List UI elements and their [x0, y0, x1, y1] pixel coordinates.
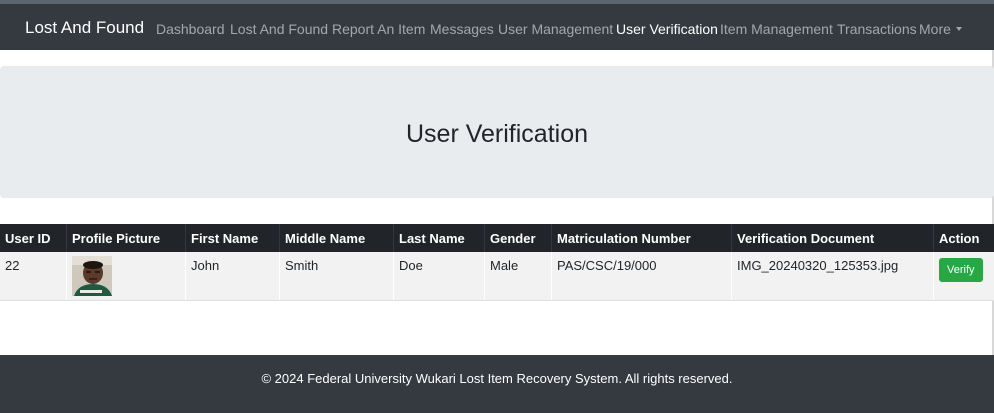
user-verification-table: User ID Profile Picture First Name Middl…: [0, 224, 994, 301]
table-header-row: User ID Profile Picture First Name Middl…: [0, 224, 994, 252]
column-header-action: Action: [933, 224, 994, 252]
page-title: User Verification: [405, 120, 589, 148]
nav-dropdown-more[interactable]: More: [919, 21, 962, 37]
cell-profile-picture: [66, 252, 186, 301]
column-header-last-name: Last Name: [393, 224, 485, 252]
column-header-verification-document: Verification Document: [731, 224, 934, 252]
nav-link-user-management[interactable]: User Management: [498, 21, 613, 37]
column-header-matriculation-number: Matriculation Number: [551, 224, 732, 252]
nav-link-transactions[interactable]: Transactions: [837, 21, 917, 37]
cell-matriculation-number: PAS/CSC/19/000: [551, 252, 732, 301]
cell-verification-document[interactable]: IMG_20240320_125353.jpg: [731, 252, 934, 301]
column-header-middle-name: Middle Name: [279, 224, 394, 252]
cell-last-name: Doe: [393, 252, 485, 301]
nav-link-messages[interactable]: Messages: [430, 21, 494, 37]
column-header-profile-picture: Profile Picture: [66, 224, 186, 252]
cell-user-id: 22: [0, 252, 67, 301]
footer: © 2024 Federal University Wukari Lost It…: [0, 355, 994, 413]
nav-more-label: More: [919, 21, 951, 37]
nav-link-lost-and-found[interactable]: Lost And Found: [230, 21, 328, 37]
cell-gender: Male: [484, 252, 552, 301]
table-row: 22 John Smith Doe Male PAS/CSC/19/000 IM…: [0, 252, 994, 301]
profile-photo-icon: [72, 256, 112, 296]
footer-copyright: © 2024 Federal University Wukari Lost It…: [261, 371, 733, 386]
cell-middle-name: Smith: [279, 252, 394, 301]
cell-first-name: John: [185, 252, 280, 301]
cell-action: Verify: [933, 252, 994, 301]
chevron-down-icon: [955, 27, 962, 31]
column-header-first-name: First Name: [185, 224, 280, 252]
nav-link-item-management[interactable]: Item Management: [720, 21, 833, 37]
navbar: Lost And Found Dashboard Lost And Found …: [0, 4, 994, 50]
column-header-user-id: User ID: [0, 224, 67, 252]
avatar: [72, 256, 112, 296]
column-header-gender: Gender: [484, 224, 552, 252]
navbar-brand[interactable]: Lost And Found: [25, 18, 144, 38]
nav-link-dashboard[interactable]: Dashboard: [156, 21, 225, 37]
nav-link-report-item[interactable]: Report An Item: [332, 21, 425, 37]
verify-button[interactable]: Verify: [939, 258, 983, 282]
nav-link-user-verification[interactable]: User Verification: [616, 21, 718, 37]
page-header: User Verification: [0, 66, 994, 198]
